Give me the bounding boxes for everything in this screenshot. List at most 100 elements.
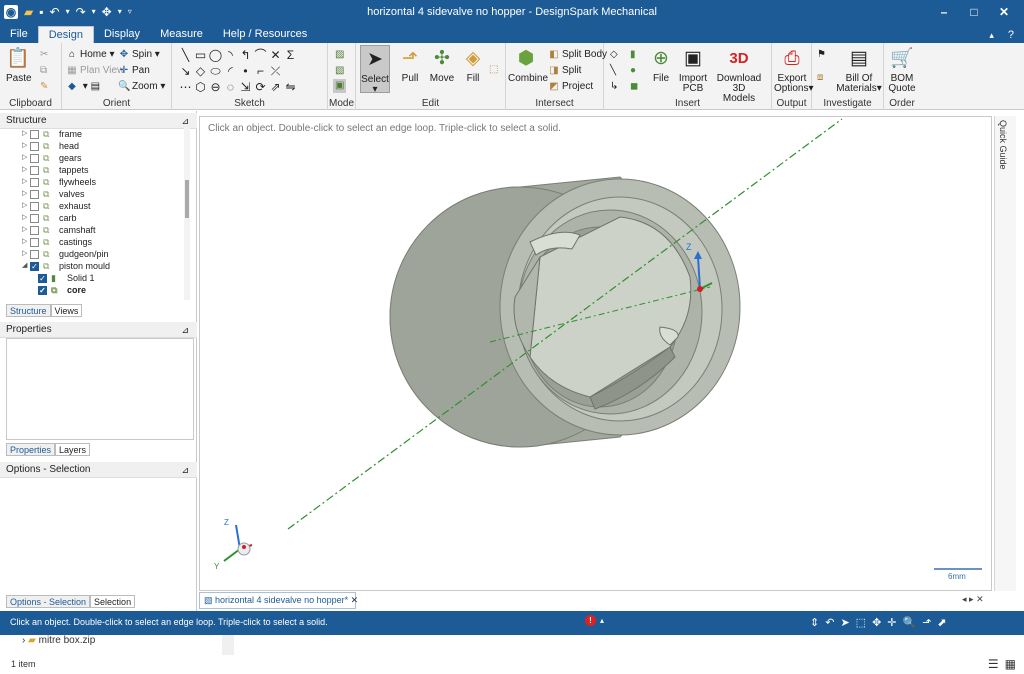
- tree-item-head[interactable]: ▷ ⧉ head: [22, 140, 79, 152]
- fill-button[interactable]: ◈ Fill: [460, 47, 486, 84]
- expand-arrow-icon[interactable]: ▷: [22, 236, 30, 248]
- tree-item-carb[interactable]: ▷ ⧉ carb: [22, 212, 77, 224]
- tree-item-flywheels[interactable]: ▷ ⧉ flywheels: [22, 176, 96, 188]
- pan-icon[interactable]: ✛: [887, 616, 896, 629]
- shell-icon[interactable]: ◼: [630, 80, 638, 94]
- pan-button[interactable]: ✛ Pan: [118, 64, 150, 78]
- zoom-icon[interactable]: 🔍: [903, 616, 917, 629]
- export-options-button[interactable]: ⎙ Export Options▾: [774, 47, 814, 94]
- bend-icon[interactable]: ⟳: [253, 79, 268, 95]
- visibility-checkbox[interactable]: [30, 201, 39, 211]
- check-geometry-icon[interactable]: ⚑: [817, 48, 826, 62]
- visibility-checkbox[interactable]: [30, 129, 39, 139]
- visibility-checkbox[interactable]: [30, 225, 39, 235]
- blend-icon[interactable]: ⬚: [489, 63, 498, 77]
- axis-icon[interactable]: ╲: [610, 64, 616, 78]
- download-3d-models-button[interactable]: 3D Download 3D Models: [710, 47, 768, 104]
- visibility-checkbox[interactable]: [30, 189, 39, 199]
- visibility-checkbox[interactable]: [30, 141, 39, 151]
- minimize-icon[interactable]: –: [930, 2, 958, 22]
- scrollbar-thumb[interactable]: [185, 180, 189, 218]
- document-tab[interactable]: ▧ horizontal 4 sidevalve no hopper* ✕: [199, 592, 358, 609]
- bom-quote-button[interactable]: 🛒 BOM Quote: [887, 47, 917, 94]
- tab-options-selection[interactable]: Options - Selection: [6, 595, 91, 608]
- paste-button[interactable]: 📋 Paste: [6, 47, 32, 84]
- spline-icon[interactable]: ⌒: [253, 47, 268, 63]
- cylinder-icon[interactable]: ▮: [630, 48, 636, 62]
- tab-views[interactable]: Views: [50, 304, 83, 317]
- construction-line-icon[interactable]: ⋯: [178, 79, 193, 95]
- close-document-icon[interactable]: ✕: [976, 594, 984, 604]
- import-pcb-button[interactable]: ▣ Import PCB: [678, 47, 708, 94]
- spin-icon[interactable]: ✥: [872, 616, 881, 629]
- tree-item-core[interactable]: ⧉core: [30, 284, 86, 296]
- sketch-mode-icon[interactable]: ▨: [335, 48, 344, 62]
- trim-icon[interactable]: ✕: [268, 47, 283, 63]
- slot-icon[interactable]: ⊖: [208, 79, 223, 95]
- expand-arrow-icon[interactable]: ▷: [22, 248, 30, 260]
- tree-item-gudgeon-pin[interactable]: ▷ ⧉ gudgeon/pin: [22, 248, 109, 260]
- measure-icon[interactable]: ⧈: [817, 71, 823, 85]
- pin-icon[interactable]: ⊿: [181, 462, 189, 478]
- origin-icon[interactable]: ↳: [610, 80, 618, 94]
- plane-icon[interactable]: ◇: [610, 48, 618, 62]
- polygon-icon[interactable]: ⬡: [193, 79, 208, 95]
- insert-file-button[interactable]: ⊕ File: [648, 47, 674, 84]
- bill-of-materials-button[interactable]: ▤ Bill Of Materials▾: [836, 47, 882, 94]
- visibility-checkbox[interactable]: [38, 273, 47, 283]
- quick-guide-panel[interactable]: Quick Guide: [994, 116, 1016, 591]
- offset-icon[interactable]: ◌: [223, 79, 238, 95]
- rectangle-icon[interactable]: ▭: [193, 47, 208, 63]
- chevron-up-icon[interactable]: ▴: [600, 616, 604, 625]
- tab-structure[interactable]: Structure: [6, 304, 51, 317]
- sphere-icon[interactable]: ●: [630, 64, 636, 78]
- tree-item-camshaft[interactable]: ▷ ⧉ camshaft: [22, 224, 96, 236]
- help-icon[interactable]: ?: [1008, 27, 1014, 43]
- split-line-icon[interactable]: ⤫: [268, 63, 283, 79]
- tab-selection[interactable]: Selection: [90, 595, 136, 608]
- visibility-checkbox[interactable]: [30, 153, 39, 163]
- details-view-icon[interactable]: ☰: [988, 657, 999, 671]
- visibility-checkbox[interactable]: [30, 177, 39, 187]
- structure-scrollbar[interactable]: [184, 128, 190, 300]
- ellipse-icon[interactable]: ⬭: [208, 63, 223, 79]
- copy-icon[interactable]: ⧉: [40, 64, 47, 78]
- point-icon[interactable]: •: [238, 63, 253, 79]
- view-triad[interactable]: Z Y: [214, 518, 253, 571]
- scroll-arrows-icon[interactable]: ⇕: [810, 616, 819, 629]
- project-curve-icon[interactable]: ⇲: [238, 79, 253, 95]
- visibility-checkbox[interactable]: [30, 249, 39, 259]
- three-point-arc-icon[interactable]: ◜: [223, 63, 238, 79]
- extend-icon[interactable]: ⇗: [268, 79, 283, 95]
- mirror-icon[interactable]: ⇋: [283, 79, 298, 95]
- zoom-button[interactable]: 🔍 Zoom ▾: [118, 80, 165, 94]
- visibility-checkbox[interactable]: [30, 213, 39, 223]
- tab-layers[interactable]: Layers: [55, 443, 91, 456]
- pin-icon[interactable]: ⊿: [181, 113, 189, 129]
- split-button[interactable]: ◨ Split: [548, 64, 581, 78]
- tree-item-gears[interactable]: ▷ ⧉ gears: [22, 152, 82, 164]
- pull-button[interactable]: ⬏ Pull: [396, 47, 424, 84]
- move-button[interactable]: ✣ Move: [428, 47, 456, 84]
- tab-design[interactable]: Design: [37, 26, 94, 43]
- tree-item-piston-mould[interactable]: ◢⧉piston mould: [22, 260, 110, 272]
- section-mode-icon[interactable]: ▧: [335, 64, 344, 78]
- arc-icon[interactable]: ◝: [223, 47, 238, 63]
- expand-arrow-icon[interactable]: ▷: [22, 212, 30, 224]
- tab-right-icon[interactable]: ▸: [969, 594, 974, 604]
- select-button[interactable]: ➤ Select ▾: [360, 45, 390, 95]
- combine-button[interactable]: ⬢ Combine: [508, 47, 548, 84]
- box-select-icon[interactable]: ⬚: [856, 616, 866, 629]
- tab-measure[interactable]: Measure: [150, 26, 213, 43]
- pull-icon[interactable]: ⬏: [922, 616, 931, 629]
- visibility-checkbox[interactable]: [30, 165, 39, 175]
- expand-arrow-icon[interactable]: ▷: [22, 188, 30, 200]
- tree-item-valves[interactable]: ▷ ⧉ valves: [22, 188, 85, 200]
- model-canvas[interactable]: Z Z Y 6mm: [200, 117, 991, 590]
- line-icon[interactable]: ╲: [178, 47, 193, 63]
- home-button[interactable]: ⌂ Home ▾: [66, 48, 115, 62]
- tree-item-solid-1[interactable]: ▮Solid 1: [30, 272, 95, 284]
- format-painter-icon[interactable]: ✎: [40, 80, 48, 94]
- three-point-rect-icon[interactable]: ◇: [193, 63, 208, 79]
- close-icon[interactable]: ✕: [990, 2, 1018, 22]
